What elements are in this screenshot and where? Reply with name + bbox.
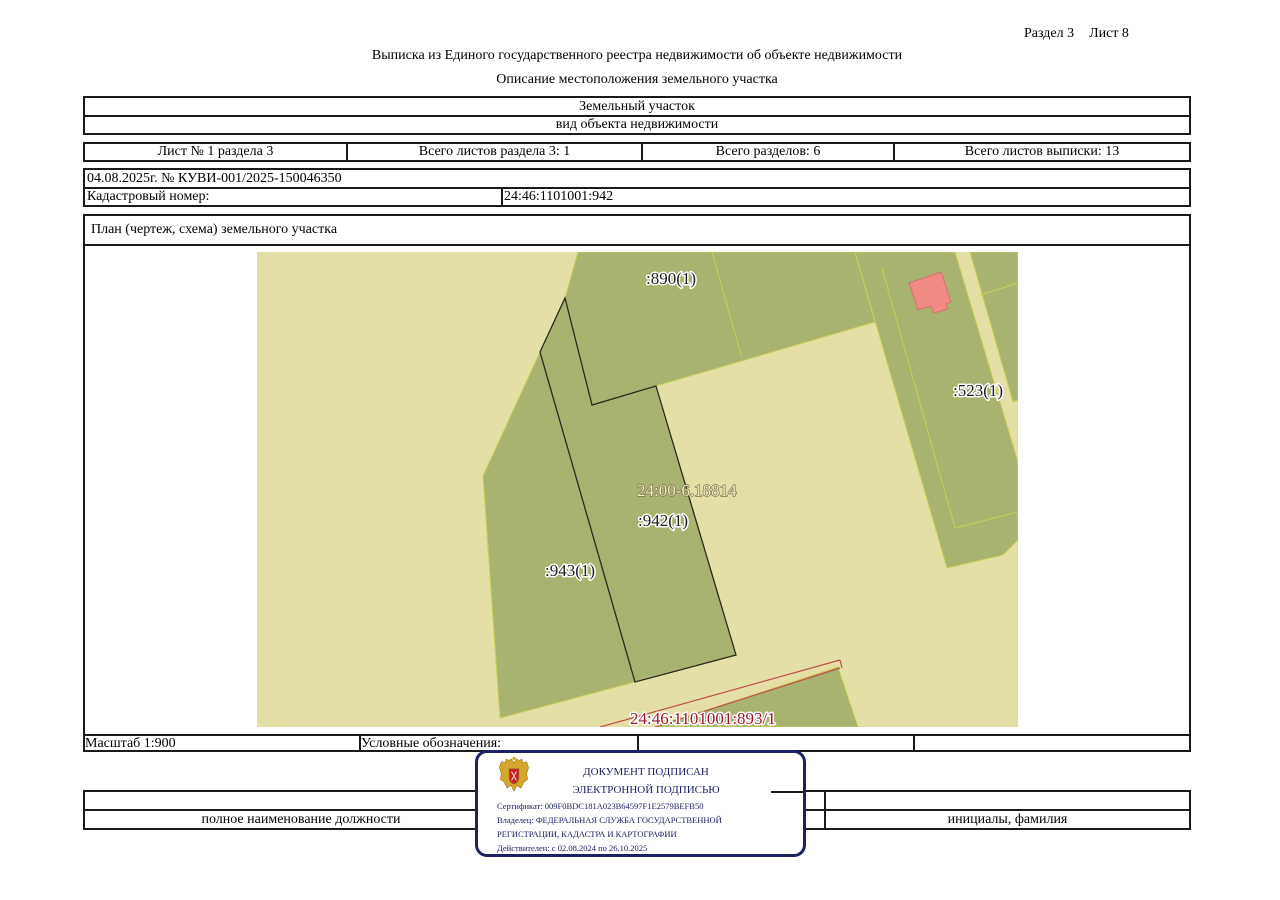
stamp-certificate: Сертификат: 009F0BDC181A023B64597F1E2579… [497,801,704,811]
object-kind: Земельный участок [579,99,695,114]
legend-cell-empty-2 [913,736,1189,750]
extract-sheets-total: Всего листов выписки: 13 [893,144,1189,160]
label-parcel-942: :942(1) [638,511,688,530]
sheets-info-row: Лист № 1 раздела 3 Всего листов раздела … [85,144,1189,160]
table-line-through-stamp [771,791,803,793]
section-sheets-total: Всего листов раздела 3: 1 [346,144,641,160]
stamp-owner-line-2: РЕГИСТРАЦИИ, КАДАСТРА И КАРТОГРАФИИ [497,829,677,839]
scale-legend-row: Масштаб 1:900 Условные обозначения: [85,736,1189,751]
stamp-owner-line-1: Владелец: ФЕДЕРАЛЬНАЯ СЛУЖБА ГОСУДАРСТВЕ… [497,815,722,825]
stamp-details: Сертификат: 009F0BDC181A023B64597F1E2579… [497,799,722,855]
cadastral-row: Кадастровый номер: 24:46:1101001:942 [85,187,1189,205]
record-table: 04.08.2025г. № КУВИ-001/2025-150046350 К… [83,168,1191,207]
scale-value: Масштаб 1:900 [85,736,176,751]
object-kind-caption: вид объекта недвижимости [555,117,719,132]
emblem-icon [499,756,529,792]
cadastral-map: :890(1) :523(1) 24:00-6.18814 :942(1) :9… [257,252,1018,727]
stamp-heading-line-1: ДОКУМЕНТ ПОДПИСАН [583,766,709,778]
name-cell [824,792,1189,809]
record-date-number: 04.08.2025г. № КУВИ-001/2025-150046350 [87,171,342,186]
legend-label: Условные обозначения: [359,736,637,751]
label-parcel-890: :890(1) [646,269,696,288]
position-cell [85,792,517,809]
e-signature-stamp: ДОКУМЕНТ ПОДПИСАН ЭЛЕКТРОННОЙ ПОДПИСЬЮ С… [475,750,806,857]
object-kind-row: Земельный участок [85,98,1189,115]
legend-cell-empty-1 [637,736,913,750]
section-reference: Раздел 3 Лист 8 [1024,25,1129,43]
stamp-heading-line-2: ЭЛЕКТРОННОЙ ПОДПИСЬЮ [572,784,720,796]
stamp-heading: ДОКУМЕНТ ПОДПИСАН ЭЛЕКТРОННОЙ ПОДПИСЬЮ [571,763,721,799]
label-parcel-943: :943(1) [545,561,595,580]
sheet-of-section: Лист № 1 раздела 3 [157,144,274,159]
cadastral-number: 24:46:1101001:942 [501,189,1189,205]
label-quarter: 24:00-6.18814 [637,481,737,500]
label-parcel-523: :523(1) [953,381,1003,400]
section-number: Раздел 3 [1024,26,1075,41]
cadastral-label: Кадастровый номер: [87,189,210,204]
document-subtitle: Описание местоположения земельного участ… [496,72,778,87]
document-title: Выписка из Единого государственного реес… [371,48,903,63]
position-caption: полное наименование должности [201,812,401,827]
object-kind-table: Земельный участок вид объекта недвижимос… [83,96,1191,135]
plan-title: План (чертеж, схема) земельного участка [85,216,1189,246]
sheet-number: Лист 8 [1089,26,1129,41]
object-kind-caption-row: вид объекта недвижимости [85,115,1189,133]
label-parcel-893-1: 24:46:1101001:893/1 [630,709,776,727]
extract-page: Раздел 3 Лист 8 Выписка из Единого госуда… [0,0,1280,900]
stamp-validity: Действителен: с 02.08.2024 по 26.10.2025 [497,843,648,853]
sections-total: Всего разделов: 6 [641,144,893,160]
sheets-info-table: Лист № 1 раздела 3 Всего листов раздела … [83,142,1191,162]
plan-section: План (чертеж, схема) земельного участка … [83,214,1191,736]
name-caption: инициалы, фамилия [824,811,1189,828]
